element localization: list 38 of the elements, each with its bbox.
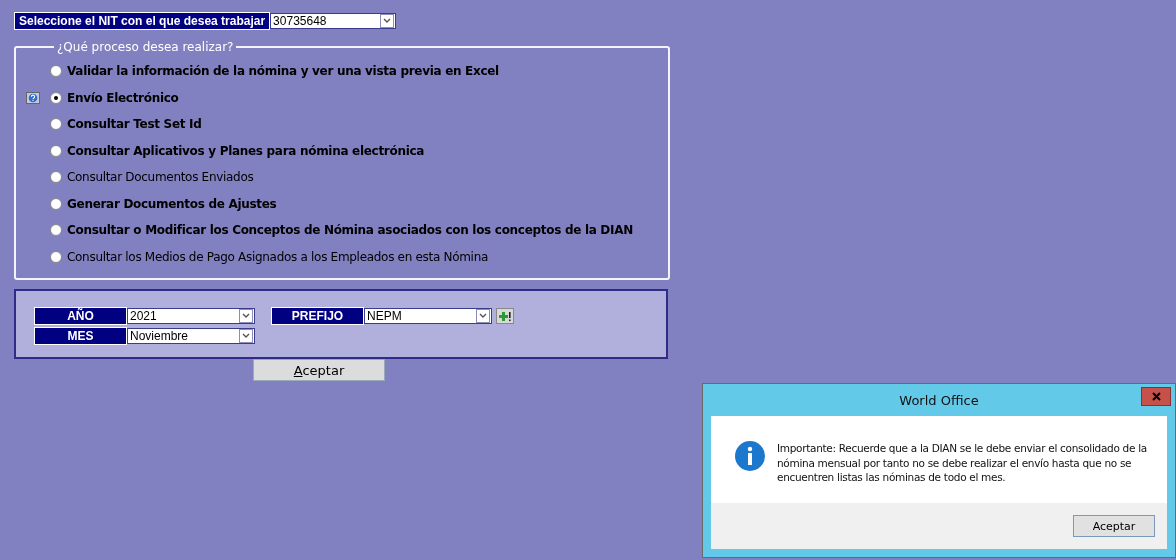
group-legend: ¿Qué proceso desea realizar? xyxy=(54,40,237,54)
dialog-message: Importante: Recuerde que a la DIAN se le debe enviar el consolidado de la nómina mensual por tanto no se debe realizar el envío hasta que no se encuentren listas las nóminas de todo el mes. xyxy=(777,441,1147,485)
radio-button[interactable] xyxy=(50,144,62,157)
year-dropdown[interactable]: 2021 xyxy=(127,308,255,324)
option-label[interactable]: Consultar Test Set Id xyxy=(67,117,202,132)
chevron-down-icon xyxy=(383,18,392,24)
option-label[interactable]: Generar Documentos de Ajustes xyxy=(67,196,277,211)
month-dropdown[interactable]: Noviembre xyxy=(127,328,255,344)
option-label[interactable]: Envío Electrónico xyxy=(67,90,179,105)
option-label[interactable]: Validar la información de la nómina y ver una vista previa en Excel xyxy=(67,64,499,79)
month-label: MES xyxy=(34,327,127,345)
close-button[interactable] xyxy=(1141,387,1171,406)
year-label: AÑO xyxy=(34,307,127,325)
nit-dropdown[interactable]: 30735648 xyxy=(270,13,397,29)
chevron-down-icon xyxy=(242,333,250,339)
add-icon[interactable] xyxy=(496,308,514,324)
chevron-down-icon xyxy=(479,313,487,319)
prefix-label: PREFIJO xyxy=(271,307,364,325)
option-label[interactable]: Consultar Aplicativos y Planes para nómina electrónica xyxy=(67,143,425,158)
radio-button[interactable] xyxy=(50,118,62,131)
help-icon[interactable] xyxy=(26,91,40,104)
radio-button[interactable] xyxy=(50,197,62,210)
dialog-accept-button[interactable]: Aceptar xyxy=(1073,515,1155,537)
option-label[interactable]: Consultar o Modificar los Conceptos de Nómina asociados con los conceptos de la DIAN xyxy=(67,223,633,238)
option-label[interactable]: Consultar Documentos Enviados xyxy=(67,170,254,185)
info-icon xyxy=(735,441,765,471)
nit-label: Seleccione el NIT con el que desea trabajar xyxy=(14,12,271,30)
prefix-dropdown[interactable]: NEPM xyxy=(364,308,492,324)
radio-button[interactable] xyxy=(50,171,62,184)
chevron-down-icon xyxy=(242,313,250,319)
radio-button[interactable] xyxy=(50,65,62,78)
option-label[interactable]: Consultar los Medios de Pago Asignados a los Empleados en esta Nómina xyxy=(67,249,488,264)
radio-button[interactable] xyxy=(50,224,62,237)
dialog-title: World Office xyxy=(899,392,979,408)
radio-button[interactable] xyxy=(50,250,62,263)
close-icon xyxy=(1151,392,1161,401)
radio-button[interactable] xyxy=(50,91,62,104)
accept-button[interactable]: Aceptar xyxy=(253,359,385,381)
